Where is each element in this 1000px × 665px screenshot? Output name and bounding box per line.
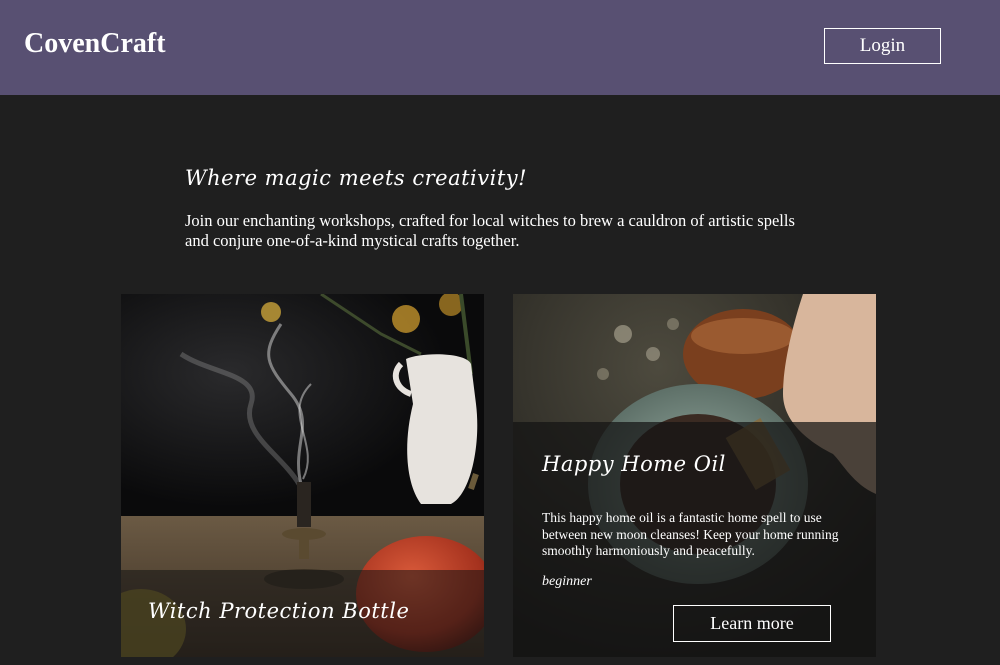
site-header: CovenCraft Login [0, 0, 1000, 95]
card-title: Happy Home Oil [542, 452, 726, 476]
card-title: Witch Protection Bottle [148, 599, 410, 623]
brand-logo[interactable]: CovenCraft [24, 28, 166, 60]
workshop-card-witch-protection-bottle[interactable]: Witch Protection Bottle [121, 294, 484, 657]
card-description: This happy home oil is a fantastic home … [542, 510, 839, 558]
workshop-card-happy-home-oil[interactable]: Happy Home Oil This happy home oil is a … [513, 294, 876, 657]
card-level-badge: beginner [542, 574, 592, 589]
learn-more-button[interactable]: Learn more [673, 605, 831, 642]
hero-intro: Join our enchanting workshops, crafted f… [185, 211, 795, 250]
login-button[interactable]: Login [824, 28, 941, 64]
hero-tagline: Where magic meets creativity! [185, 166, 528, 190]
